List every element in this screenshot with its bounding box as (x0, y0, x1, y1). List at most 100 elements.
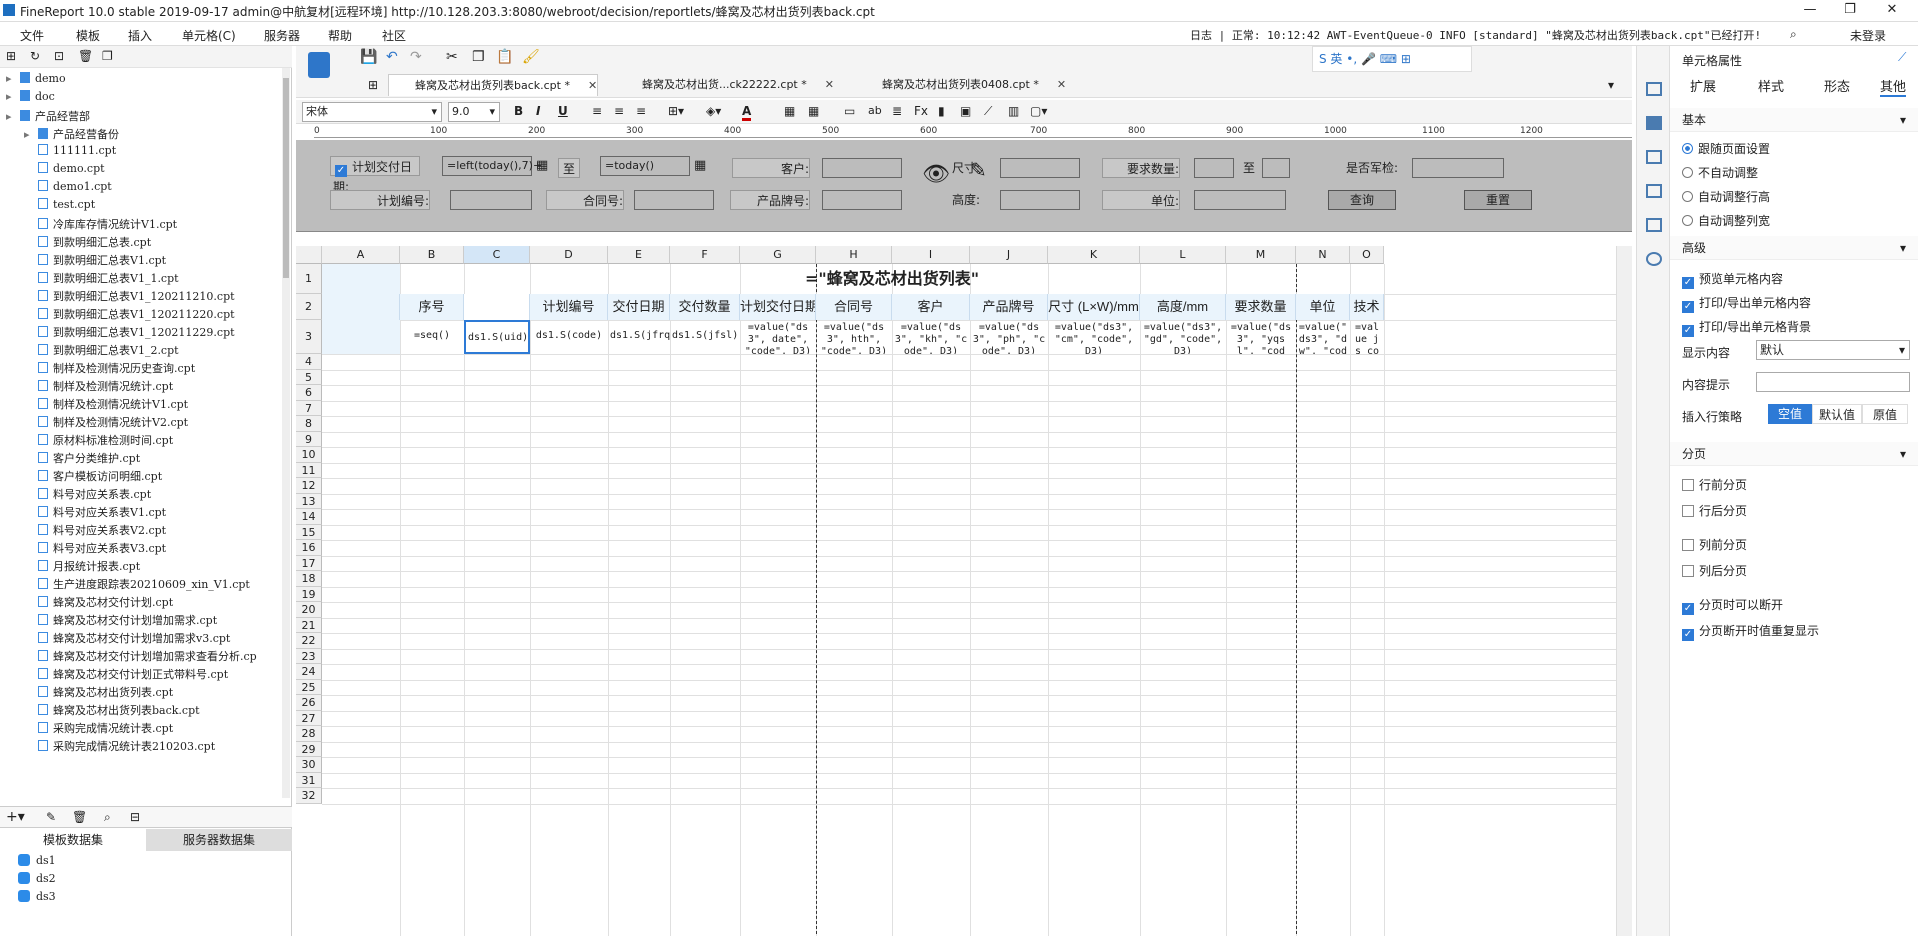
header-cell[interactable]: 计划编号 (530, 294, 608, 320)
row-header[interactable]: 14 (296, 509, 322, 525)
dataset-item[interactable]: ds1 (8, 854, 56, 867)
header-cell[interactable]: 单位 (1296, 294, 1350, 320)
tree-file[interactable]: 到款明细汇总表V1_120211210.cpt (24, 288, 235, 306)
widget-icon[interactable] (1646, 184, 1662, 198)
height-input[interactable] (1000, 190, 1080, 210)
formula-cell[interactable]: =value("ds3", "kh", "code", D3) (892, 320, 970, 354)
insert-default-button[interactable]: 默认值 (1812, 404, 1862, 424)
delete-dataset-icon[interactable]: 🗑 (72, 810, 87, 824)
new-folder-icon[interactable]: ⊞ (6, 49, 16, 63)
header-cell[interactable]: 尺寸 (L×W)/mm (1048, 294, 1140, 320)
param-icon[interactable]: ⊟ (130, 810, 140, 824)
row-header[interactable]: 31 (296, 772, 322, 788)
tree-file[interactable]: 料号对应关系表V3.cpt (24, 540, 166, 558)
contract-input[interactable] (634, 190, 714, 210)
column-header[interactable]: H (816, 246, 892, 264)
tree-scrollbar[interactable] (282, 68, 290, 798)
condition-icon[interactable] (1646, 218, 1662, 232)
richtext-icon[interactable]: ≣ (892, 104, 902, 118)
tree-file[interactable]: 蜂窝及芯材交付计划增加需求查看分析.cp (24, 648, 257, 666)
template-type-icon[interactable] (308, 52, 330, 78)
vertical-scrollbar[interactable] (1616, 246, 1632, 936)
radio-auto-col[interactable]: 自动调整列宽 (1682, 212, 1770, 229)
unmerge-icon[interactable]: ▦ (808, 104, 819, 118)
row-header[interactable]: 22 (296, 633, 322, 649)
radio-no-adjust[interactable]: 不自动调整 (1682, 164, 1758, 181)
cell-attribute-icon[interactable] (1646, 116, 1662, 130)
req-qty-from-input[interactable] (1194, 158, 1234, 178)
close-tab-icon[interactable]: ✕ (825, 78, 834, 91)
tree-file[interactable]: 生产进度跟踪表20210609_xin_V1.cpt (24, 576, 250, 594)
calendar-icon[interactable]: ▦ (536, 158, 548, 173)
section-advanced[interactable]: 高级 ▾ (1670, 236, 1918, 260)
unit-input[interactable] (1194, 190, 1286, 210)
font-family-select[interactable]: 宋体 ▾ (302, 102, 442, 122)
formula-cell[interactable]: =value(" ds3", "d w", "cod (1296, 320, 1350, 354)
menu-template[interactable]: 模板 (76, 27, 100, 44)
tab-form[interactable]: 形态 (1824, 76, 1850, 95)
column-header[interactable]: N (1296, 246, 1350, 264)
tree-folder[interactable]: ▸ demo (6, 72, 66, 90)
tree-file[interactable]: 到款明细汇总表.cpt (24, 234, 151, 252)
check-can-break[interactable]: ✓ 分页时可以断开 (1682, 596, 1783, 615)
preview-icon[interactable]: ⌕ (104, 810, 111, 825)
search-icon[interactable]: ⌕ (1790, 27, 1797, 42)
column-header[interactable]: A (322, 246, 400, 264)
check-break-before-row[interactable]: 行前分页 (1682, 476, 1747, 493)
tree-file[interactable]: 到款明细汇总表V1_120211220.cpt (24, 306, 235, 324)
tab-server-datasets[interactable]: 服务器数据集 (146, 829, 292, 851)
formula-cell[interactable]: =value("ds3", hth", "code", D3) (816, 320, 892, 354)
header-cell[interactable]: 要求数量 (1226, 294, 1296, 320)
radio-follow-page[interactable]: 跟随页面设置 (1682, 140, 1770, 157)
check-preview-content[interactable]: ✓ 预览单元格内容 (1682, 270, 1783, 289)
tab-list-icon[interactable]: ▾ (1608, 78, 1614, 92)
tree-file[interactable]: 制样及检测情况统计.cpt (24, 378, 173, 396)
check-repeat-on-break[interactable]: ✓ 分页断开时值重复显示 (1682, 622, 1819, 641)
tree-file[interactable]: 到款明细汇总表V1_120211229.cpt (24, 324, 235, 342)
tree-file[interactable]: 原材料标准检测时间.cpt (24, 432, 173, 450)
tab-template-2[interactable]: 蜂窝及芯材出货...ck22222.cpt * ✕ (616, 74, 834, 96)
check-break-after-row[interactable]: 行后分页 (1682, 502, 1747, 519)
font-size-select[interactable]: 9.0 ▾ (448, 102, 500, 122)
column-header[interactable]: E (608, 246, 670, 264)
row-header[interactable]: 30 (296, 757, 322, 773)
formula-cell[interactable] (322, 320, 400, 354)
row-header[interactable]: 4 (296, 354, 322, 370)
display-content-select[interactable]: 默认 ▾ (1756, 340, 1910, 360)
tree-file[interactable]: demo.cpt (24, 162, 105, 180)
formula-cell[interactable]: =value js cod (1350, 320, 1384, 354)
formula-cell[interactable]: =seq() (400, 320, 464, 354)
tree-file[interactable]: 到款明细汇总表V1_2.cpt (24, 342, 179, 360)
tree-file[interactable]: 蜂窝及芯材交付计划增加需求v3.cpt (24, 630, 230, 648)
cell-element-icon[interactable] (1646, 82, 1662, 96)
row-header[interactable]: 13 (296, 493, 322, 509)
chevron-right-icon[interactable]: ▸ (24, 128, 38, 141)
align-left-icon[interactable]: ≡ (592, 104, 602, 118)
tree-file[interactable]: 料号对应关系表.cpt (24, 486, 151, 504)
minimize-button[interactable]: — (1790, 2, 1830, 17)
lock-icon[interactable]: ⊡ (54, 49, 64, 63)
cut-icon[interactable]: ✂ (446, 49, 458, 65)
chevron-right-icon[interactable]: ▸ (6, 90, 20, 103)
formula-cell[interactable]: =value("ds3", "ph", "code", D3) (970, 320, 1048, 354)
row-header[interactable]: 1 (296, 264, 322, 294)
column-header[interactable]: J (970, 246, 1048, 264)
formula-cell[interactable]: =value("ds3", "gd", "code", D3) (1140, 320, 1226, 354)
row-header[interactable]: 21 (296, 617, 322, 633)
header-cell[interactable] (322, 294, 400, 320)
header-cell[interactable]: 序号 (400, 294, 464, 320)
row-header[interactable]: 11 (296, 462, 322, 478)
row-header[interactable]: 26 (296, 695, 322, 711)
delete-icon[interactable]: 🗑 (78, 49, 93, 63)
menu-server[interactable]: 服务器 (264, 27, 300, 44)
insert-null-button[interactable]: 空值 (1768, 404, 1812, 424)
section-basic[interactable]: 基本 ▾ (1670, 108, 1918, 132)
row-header[interactable]: 9 (296, 431, 322, 447)
maximize-button[interactable]: ❐ (1830, 2, 1870, 17)
header-cell[interactable]: 计划交付日期 (740, 294, 816, 320)
dataset-item[interactable]: ds3 (8, 890, 56, 903)
tab-expand[interactable]: 扩展 (1690, 76, 1716, 95)
pin-icon[interactable]: ⟋ (1898, 50, 1906, 65)
row-header[interactable]: 19 (296, 586, 322, 602)
check-print-background[interactable]: ✓ 打印/导出单元格背景 (1682, 318, 1811, 337)
